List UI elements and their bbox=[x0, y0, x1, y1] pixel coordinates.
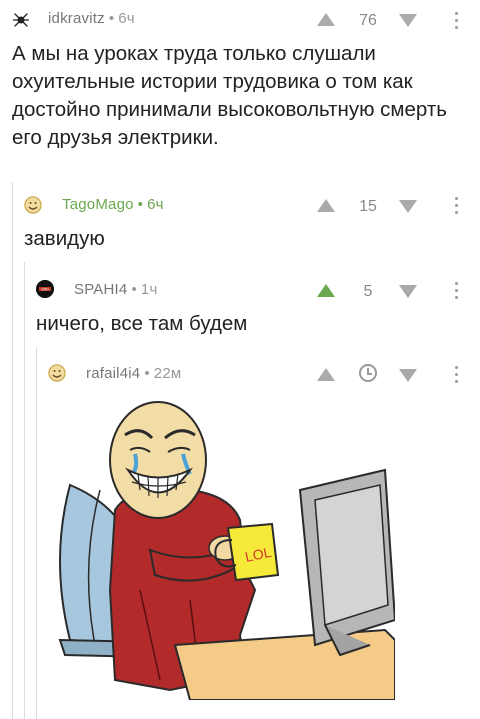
upvote-icon[interactable] bbox=[317, 368, 335, 381]
comment-score: 15 bbox=[359, 198, 377, 215]
separator-dot: • bbox=[131, 281, 137, 298]
upvote-icon[interactable] bbox=[317, 284, 335, 297]
author-name[interactable]: TagoMago bbox=[62, 196, 134, 213]
spider-avatar-icon[interactable] bbox=[12, 11, 30, 29]
comment-time: 1ч bbox=[140, 281, 158, 298]
comment-text: А мы на уроках труда только слушали охуи… bbox=[12, 42, 447, 149]
comment-header-3: SPH SPAHI4 • 1ч 5 bbox=[0, 275, 480, 305]
separator-dot: • bbox=[137, 196, 144, 213]
comment-author-line: idkravitz • 6ч bbox=[48, 10, 135, 27]
downvote-icon[interactable] bbox=[399, 200, 417, 213]
comment-author-line: TagoMago • 6ч bbox=[62, 196, 164, 213]
thread-line bbox=[12, 182, 13, 719]
comment-time: 6ч bbox=[118, 10, 135, 27]
upvote-icon[interactable] bbox=[317, 199, 335, 212]
face-avatar-icon[interactable] bbox=[24, 196, 42, 214]
author-name[interactable]: idkravitz bbox=[48, 10, 105, 27]
comment-author-line: SPAHI4 • 1ч bbox=[74, 281, 157, 298]
comment-header-2: TagoMago • 6ч 15 bbox=[0, 190, 480, 220]
more-options-icon[interactable] bbox=[454, 282, 458, 302]
comment-header-4: rafail4i4 • 22м bbox=[0, 358, 480, 388]
red-logo-avatar-icon[interactable]: SPH bbox=[36, 280, 54, 298]
thread-line bbox=[36, 347, 37, 719]
downvote-icon[interactable] bbox=[399, 285, 417, 298]
comment-header-1: idkravitz • 6ч 76 bbox=[0, 6, 480, 36]
upvote-icon[interactable] bbox=[317, 13, 335, 26]
comment-text: завидую bbox=[24, 227, 105, 250]
thread-line bbox=[24, 262, 25, 719]
meme-image[interactable]: LOL bbox=[40, 390, 397, 701]
comment-author-line: rafail4i4 • 22м bbox=[86, 365, 181, 382]
more-options-icon[interactable] bbox=[454, 197, 458, 217]
comment-text: ничего, все там будем bbox=[36, 312, 248, 335]
comment-time: 22м bbox=[153, 365, 182, 382]
more-options-icon[interactable] bbox=[454, 12, 458, 32]
svg-text:SPH: SPH bbox=[41, 288, 49, 292]
face-avatar-icon[interactable] bbox=[48, 364, 66, 382]
comment-score: 76 bbox=[359, 12, 377, 29]
comment-score: 5 bbox=[363, 283, 373, 300]
comment-time: 6ч bbox=[147, 196, 164, 213]
author-name[interactable]: SPAHI4 bbox=[74, 281, 127, 298]
author-name[interactable]: rafail4i4 bbox=[86, 365, 140, 382]
separator-dot: • bbox=[144, 365, 150, 382]
downvote-icon[interactable] bbox=[399, 14, 417, 27]
downvote-icon[interactable] bbox=[399, 369, 417, 382]
clock-icon bbox=[359, 364, 377, 382]
separator-dot: • bbox=[108, 10, 115, 27]
more-options-icon[interactable] bbox=[454, 366, 458, 386]
